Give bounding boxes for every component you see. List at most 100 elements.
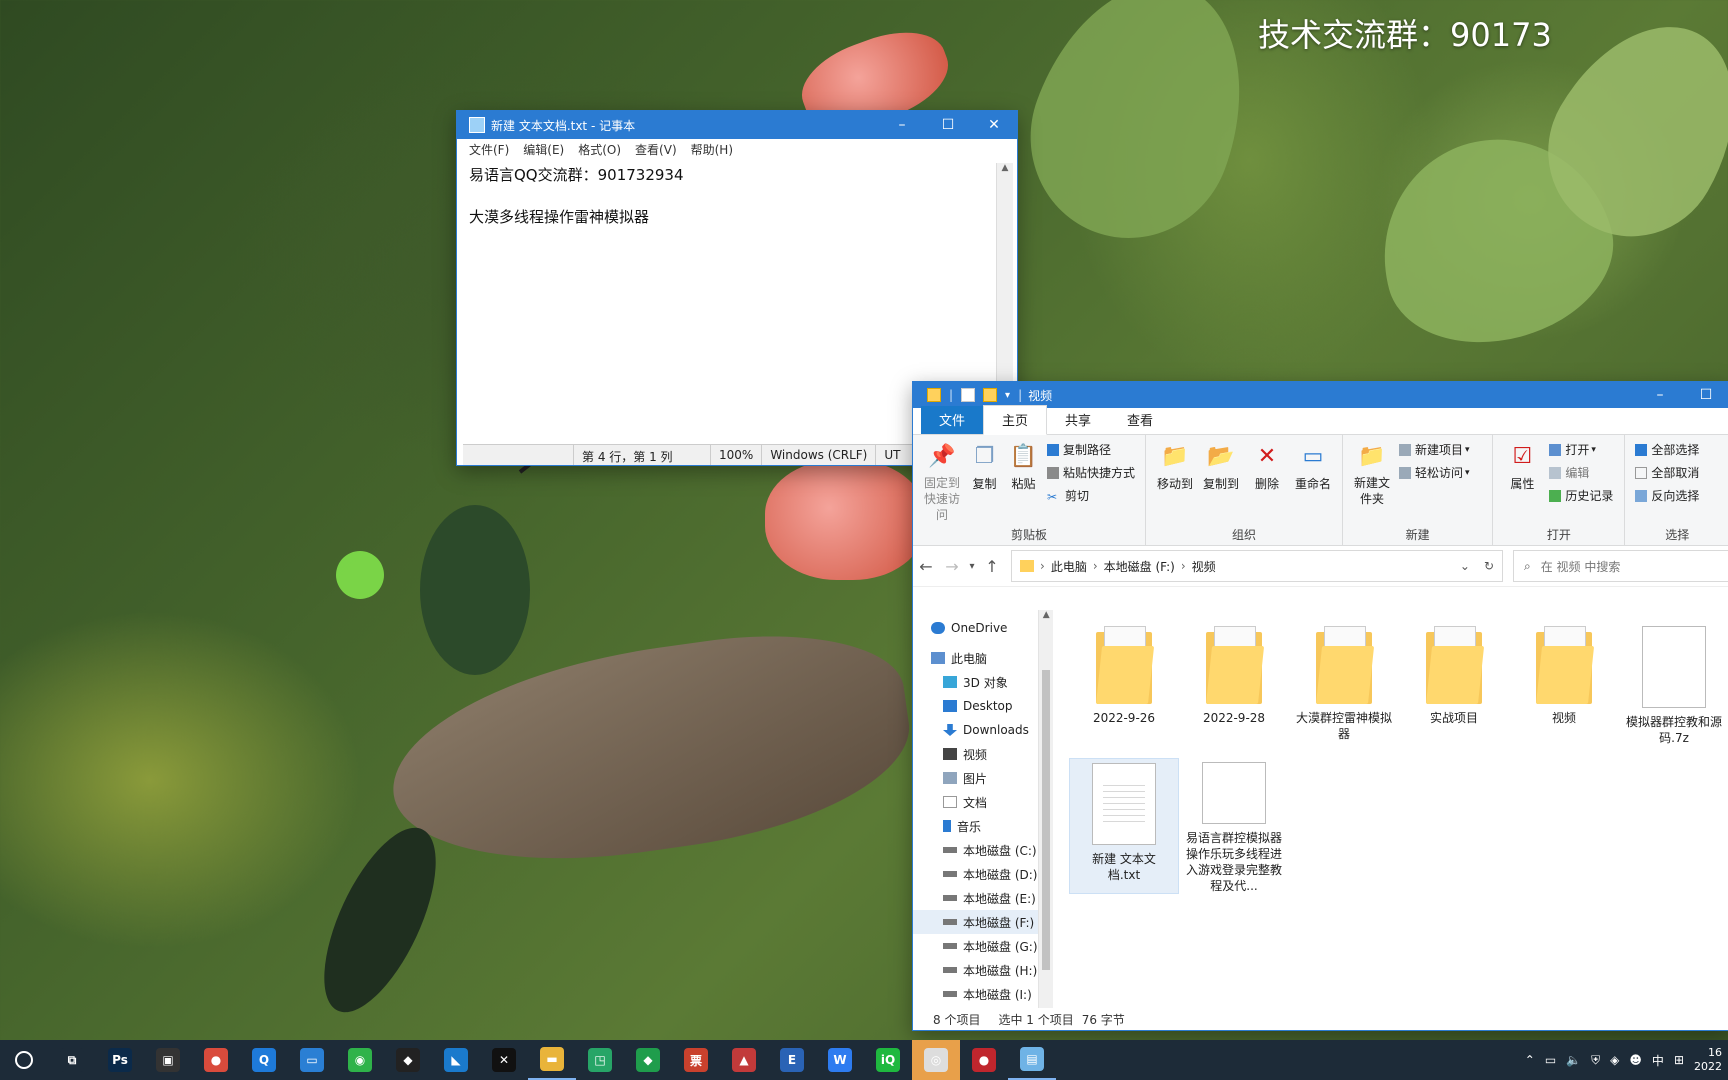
taskbar-app-photoshop[interactable]: Ps	[96, 1040, 144, 1080]
edit-button[interactable]: 编辑	[1549, 464, 1613, 481]
back-arrow-icon[interactable]: ←	[913, 557, 939, 576]
tab-file[interactable]: 文件	[921, 406, 984, 434]
taskbar-app-notepad[interactable]: ▤	[1008, 1040, 1056, 1080]
scrollbar-thumb[interactable]	[1042, 670, 1050, 970]
taskbar-app-file-explorer[interactable]: ▬	[528, 1040, 576, 1080]
file-item[interactable]: 大漠群控雷神模拟器	[1289, 622, 1399, 758]
taskbar-app-record-red[interactable]: ●	[960, 1040, 1008, 1080]
file-item[interactable]: 2022-9-26	[1069, 622, 1179, 758]
tab-view[interactable]: 查看	[1109, 406, 1171, 434]
taskbar-app-remote[interactable]: ▭	[288, 1040, 336, 1080]
security-icon[interactable]: ⛨	[1591, 1053, 1600, 1068]
notepad-titlebar[interactable]: 新建 文本文档.txt - 记事本 – ☐ ✕	[457, 111, 1017, 139]
maximize-button[interactable]: ☐	[1683, 382, 1728, 409]
navigation-scrollbar[interactable]: ▲	[1038, 610, 1053, 1008]
menu-view[interactable]: 查看(V)	[635, 141, 677, 158]
taskbar-app-chrome[interactable]: ●	[192, 1040, 240, 1080]
nav-item[interactable]: 本地磁盘 (H:)	[913, 958, 1038, 982]
up-arrow-icon[interactable]: ↑	[979, 557, 1005, 576]
network-icon[interactable]: ▭	[1545, 1053, 1556, 1067]
taskbar-app-green-app[interactable]: ◳	[576, 1040, 624, 1080]
taskbar-app-wechat[interactable]: ◉	[336, 1040, 384, 1080]
refresh-icon[interactable]: ↻	[1484, 559, 1494, 573]
nav-item[interactable]: 视频	[913, 742, 1038, 766]
taskbar-app-task-view[interactable]: ⧉	[48, 1040, 96, 1080]
chevron-up-icon[interactable]: ⌃	[1525, 1053, 1535, 1067]
volume-icon[interactable]: 🔈	[1566, 1053, 1581, 1067]
clock[interactable]: 16 2022	[1694, 1046, 1722, 1074]
ime-indicator[interactable]: 中	[1652, 1052, 1664, 1069]
taskbar-app-recorder-circle[interactable]: ◎	[912, 1040, 960, 1080]
menu-help[interactable]: 帮助(H)	[691, 141, 733, 158]
nav-item[interactable]: 本地磁盘 (I:)	[913, 982, 1038, 1006]
invert-selection-button[interactable]: 反向选择	[1635, 487, 1699, 504]
scroll-up-icon[interactable]: ▲	[1039, 610, 1053, 620]
search-button[interactable]	[0, 1040, 48, 1080]
close-button[interactable]: ✕	[971, 111, 1017, 139]
search-box[interactable]: ⌕ 在 视频 中搜索	[1513, 550, 1728, 582]
chevron-down-icon[interactable]: ⌄	[1460, 559, 1470, 573]
tray-app-icon[interactable]: ☻	[1629, 1053, 1642, 1067]
taskbar-app-app-dark[interactable]: ▣	[144, 1040, 192, 1080]
breadcrumb-video[interactable]: 视频	[1192, 558, 1216, 575]
nav-item[interactable]: 本地磁盘 (G:)	[913, 934, 1038, 958]
nav-item[interactable]: 图片	[913, 766, 1038, 790]
address-bar[interactable]: › 此电脑 › 本地磁盘 (F:) › 视频 ⌄ ↻	[1011, 550, 1503, 582]
menu-file[interactable]: 文件(F)	[469, 141, 509, 158]
tab-home[interactable]: 主页	[983, 405, 1048, 435]
nav-item[interactable]: OneDrive	[913, 616, 1038, 640]
nav-item[interactable]: 本地磁盘 (F:)	[913, 910, 1039, 934]
nav-item[interactable]: Desktop	[913, 694, 1038, 718]
breadcrumb-drive-f[interactable]: 本地磁盘 (F:)	[1104, 558, 1175, 575]
taskbar-app-iqiyi[interactable]: iQ	[864, 1040, 912, 1080]
file-item[interactable]: 模拟器群控教和源码.7z	[1619, 622, 1728, 758]
file-item[interactable]: 易语言群控模拟器操作乐玩多线程进入游戏登录完整教程及代...	[1179, 758, 1289, 894]
cut-button[interactable]: ✂ 剪切	[1047, 487, 1135, 504]
nav-item[interactable]: 3D 对象	[913, 670, 1038, 694]
file-item[interactable]: 新建 文本文档.txt	[1069, 758, 1179, 894]
taskbar-app-diamond-app[interactable]: ◆	[624, 1040, 672, 1080]
minimize-button[interactable]: –	[879, 111, 925, 139]
taskbar-app-fapiao[interactable]: 票	[672, 1040, 720, 1080]
tray-app-icon[interactable]: ◈	[1610, 1053, 1619, 1067]
new-item-button[interactable]: 新建项目 ▾	[1399, 441, 1470, 458]
nav-item[interactable]: 文档	[913, 790, 1038, 814]
scroll-up-icon[interactable]: ▲	[997, 163, 1013, 173]
taskbar-app-qq[interactable]: ◆	[384, 1040, 432, 1080]
nav-item[interactable]: Downloads	[913, 718, 1038, 742]
nav-item[interactable]: 音乐	[913, 814, 1038, 838]
paste-shortcut-button[interactable]: 粘贴快捷方式	[1046, 464, 1135, 481]
open-button[interactable]: 打开 ▾	[1549, 441, 1613, 458]
breadcrumb-this-pc[interactable]: 此电脑	[1051, 558, 1087, 575]
select-all-button[interactable]: 全部选择	[1635, 441, 1699, 458]
tab-share[interactable]: 共享	[1047, 406, 1109, 434]
nav-item[interactable]: 此电脑	[913, 646, 1038, 670]
taskbar-app-e-app[interactable]: E	[768, 1040, 816, 1080]
new-folder-icon[interactable]	[983, 388, 998, 402]
taskbar-app-triangle-app[interactable]: ▲	[720, 1040, 768, 1080]
file-item[interactable]: 视频	[1509, 622, 1619, 758]
maximize-button[interactable]: ☐	[925, 111, 971, 139]
menu-format[interactable]: 格式(O)	[578, 141, 621, 158]
copy-path-button[interactable]: 复制路径	[1046, 441, 1135, 458]
file-item[interactable]: 实战项目	[1399, 622, 1509, 758]
taskbar-app-vscode[interactable]: ◣	[432, 1040, 480, 1080]
chevron-down-icon[interactable]: ▾	[1005, 390, 1010, 401]
minimize-button[interactable]: –	[1637, 382, 1683, 409]
file-item[interactable]: 2022-9-28	[1179, 622, 1289, 758]
taskbar-app-browser-q[interactable]: Q	[240, 1040, 288, 1080]
select-none-button[interactable]: 全部取消	[1635, 464, 1699, 481]
nav-item[interactable]: 本地磁盘 (C:)	[913, 838, 1038, 862]
nav-item[interactable]: 本地磁盘 (E:)	[913, 886, 1038, 910]
easy-access-button[interactable]: 轻松访问 ▾	[1399, 464, 1470, 481]
recent-chevron-icon[interactable]: ▾	[965, 561, 979, 572]
file-explorer-window[interactable]: | ▾ | 视频 – ☐ 文件 主页 共享 查看 📌 固定到快速访问 ❐ 复制 …	[912, 381, 1728, 1031]
taskbar-app-capcut[interactable]: ✕	[480, 1040, 528, 1080]
menu-edit[interactable]: 编辑(E)	[523, 141, 564, 158]
taskbar-app-wps[interactable]: W	[816, 1040, 864, 1080]
keyboard-icon[interactable]: ⊞	[1674, 1053, 1684, 1067]
nav-item[interactable]: 本地磁盘 (D:)	[913, 862, 1038, 886]
history-button[interactable]: 历史记录	[1549, 487, 1613, 504]
forward-arrow-icon[interactable]: →	[939, 557, 965, 576]
properties-icon[interactable]	[961, 388, 976, 402]
